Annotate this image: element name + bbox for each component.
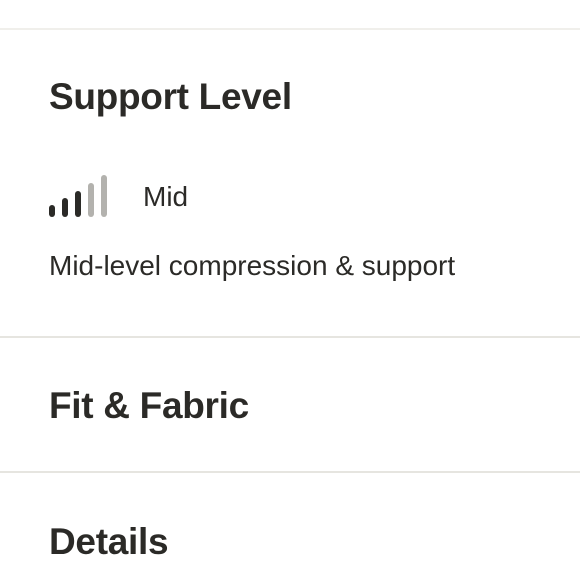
support-level-bar bbox=[88, 183, 94, 217]
support-level-bar bbox=[75, 191, 81, 217]
support-level-bars-icon bbox=[49, 174, 113, 218]
section-divider bbox=[0, 471, 580, 473]
fit-fabric-title[interactable]: Fit & Fabric bbox=[49, 385, 249, 427]
section-divider bbox=[0, 336, 580, 338]
support-level-bar bbox=[62, 198, 68, 217]
support-level-indicator bbox=[49, 172, 113, 218]
support-level-label: Mid bbox=[143, 181, 189, 212]
support-level-description: Mid-level compression & support bbox=[49, 250, 456, 281]
support-level-bar bbox=[101, 175, 107, 217]
support-level-title: Support Level bbox=[49, 76, 292, 117]
details-title[interactable]: Details bbox=[49, 521, 169, 563]
support-level-bar bbox=[49, 205, 55, 217]
top-divider bbox=[0, 28, 580, 30]
